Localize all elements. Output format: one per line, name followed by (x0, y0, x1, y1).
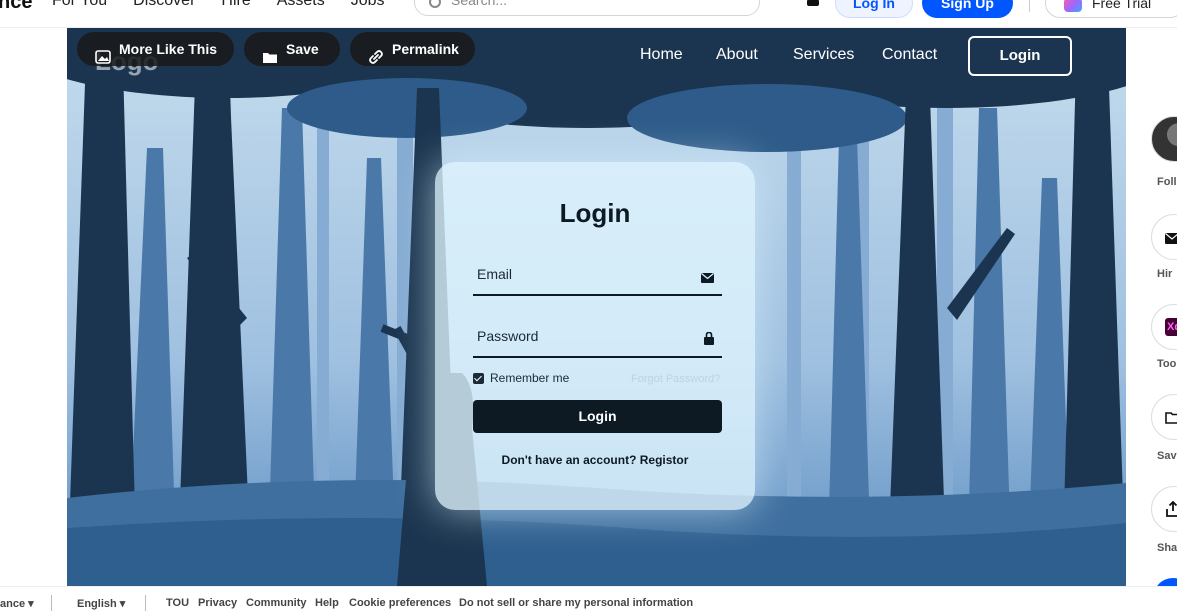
folder-icon (262, 42, 278, 63)
tools-button[interactable]: Xd (1151, 304, 1177, 350)
login-card: Login Email Password Remember me Forgot … (435, 162, 755, 510)
nav-hire[interactable]: Hire (221, 0, 250, 10)
signup-button[interactable]: Sign Up (922, 0, 1013, 18)
lock-icon (704, 331, 714, 350)
login-title: Login (559, 198, 631, 228)
nav-assets[interactable]: Assets (277, 0, 325, 10)
password-label: Password (477, 328, 539, 344)
login-submit-button[interactable]: Login (473, 400, 722, 433)
xd-icon: Xd (1165, 318, 1177, 336)
main-nav: For You Discover Hire Assets Jobs (52, 0, 411, 10)
remember-me-checkbox[interactable]: Remember me (473, 371, 569, 385)
share-icon (1166, 500, 1177, 522)
site-nav-about[interactable]: About (716, 46, 758, 64)
language-label: English (77, 598, 117, 610)
region-label: ance (0, 598, 26, 610)
behance-project-page: nce For You Discover Hire Assets Jobs Se… (0, 0, 1177, 614)
search-placeholder: Search... (451, 0, 508, 8)
email-label: Email (477, 266, 513, 282)
login-button[interactable]: Log In (835, 0, 913, 18)
nav-jobs[interactable]: Jobs (351, 0, 385, 10)
remember-me-label: Remember me (490, 371, 570, 385)
image-icon (95, 42, 111, 64)
nav-divider (1029, 0, 1030, 12)
search-input[interactable]: Search... (414, 0, 760, 16)
site-nav-contact[interactable]: Contact (882, 46, 937, 64)
footer-divider (51, 595, 52, 611)
site-login-button[interactable]: Login (968, 36, 1072, 76)
right-action-rail: Follo Hir Xd Too Sav Sha (1137, 28, 1177, 614)
share-button[interactable] (1151, 486, 1177, 532)
save-button[interactable]: Save (244, 32, 340, 66)
tools-label: Too (1157, 358, 1177, 370)
free-trial-label: Free Trial (1092, 0, 1152, 11)
save-rail-button[interactable] (1151, 394, 1177, 440)
footer-link-cookies[interactable]: Cookie preferences (349, 597, 451, 609)
bell-icon[interactable] (807, 0, 819, 6)
site-nav-services[interactable]: Services (793, 46, 854, 64)
footer-link-tou[interactable]: TOU (166, 597, 189, 609)
checkbox-checked-icon (473, 372, 484, 384)
email-field[interactable]: Email (473, 260, 722, 296)
permalink-label: Permalink (392, 41, 459, 57)
share-label: Sha (1157, 542, 1177, 554)
password-field[interactable]: Password (473, 322, 722, 358)
link-icon (368, 42, 384, 64)
footer-link-community[interactable]: Community (246, 597, 307, 609)
footer-link-help[interactable]: Help (315, 597, 339, 609)
hire-button[interactable] (1151, 214, 1177, 260)
brand-logo[interactable]: nce (0, 0, 32, 14)
more-like-this-label: More Like This (119, 41, 218, 57)
save-rail-label: Sav (1157, 450, 1177, 462)
footer-link-do-not-sell[interactable]: Do not sell or share my personal informa… (459, 597, 693, 609)
save-label: Save (286, 41, 319, 57)
forgot-password-link[interactable]: Forgot Password? (631, 373, 720, 385)
avatar[interactable] (1151, 116, 1177, 162)
free-trial-button[interactable]: Free Trial (1045, 0, 1177, 18)
region-selector[interactable]: ance ▾ (0, 597, 34, 610)
follow-label: Follo (1157, 176, 1177, 188)
footer-divider (145, 595, 146, 611)
language-selector[interactable]: English ▾ (77, 597, 125, 610)
envelope-icon (701, 270, 714, 288)
hire-label: Hir (1157, 268, 1173, 280)
folder-icon (1165, 411, 1177, 429)
nav-discover[interactable]: Discover (133, 0, 195, 10)
project-artwork: Logo More Like This Save Permalink Home … (67, 28, 1126, 586)
nav-for-you[interactable]: For You (52, 0, 107, 10)
permalink-button[interactable]: Permalink (350, 32, 475, 66)
footer-link-privacy[interactable]: Privacy (198, 597, 237, 609)
more-like-this-button[interactable]: More Like This (77, 32, 234, 66)
search-icon (429, 0, 441, 8)
site-nav-home[interactable]: Home (640, 46, 683, 64)
envelope-icon (1165, 231, 1177, 249)
top-navbar: nce For You Discover Hire Assets Jobs Se… (0, 0, 1177, 28)
footer: ance ▾ English ▾ TOU Privacy Community H… (0, 586, 1177, 614)
creative-cloud-icon (1064, 0, 1082, 12)
register-link[interactable]: Don't have an account? Registor (435, 453, 755, 467)
